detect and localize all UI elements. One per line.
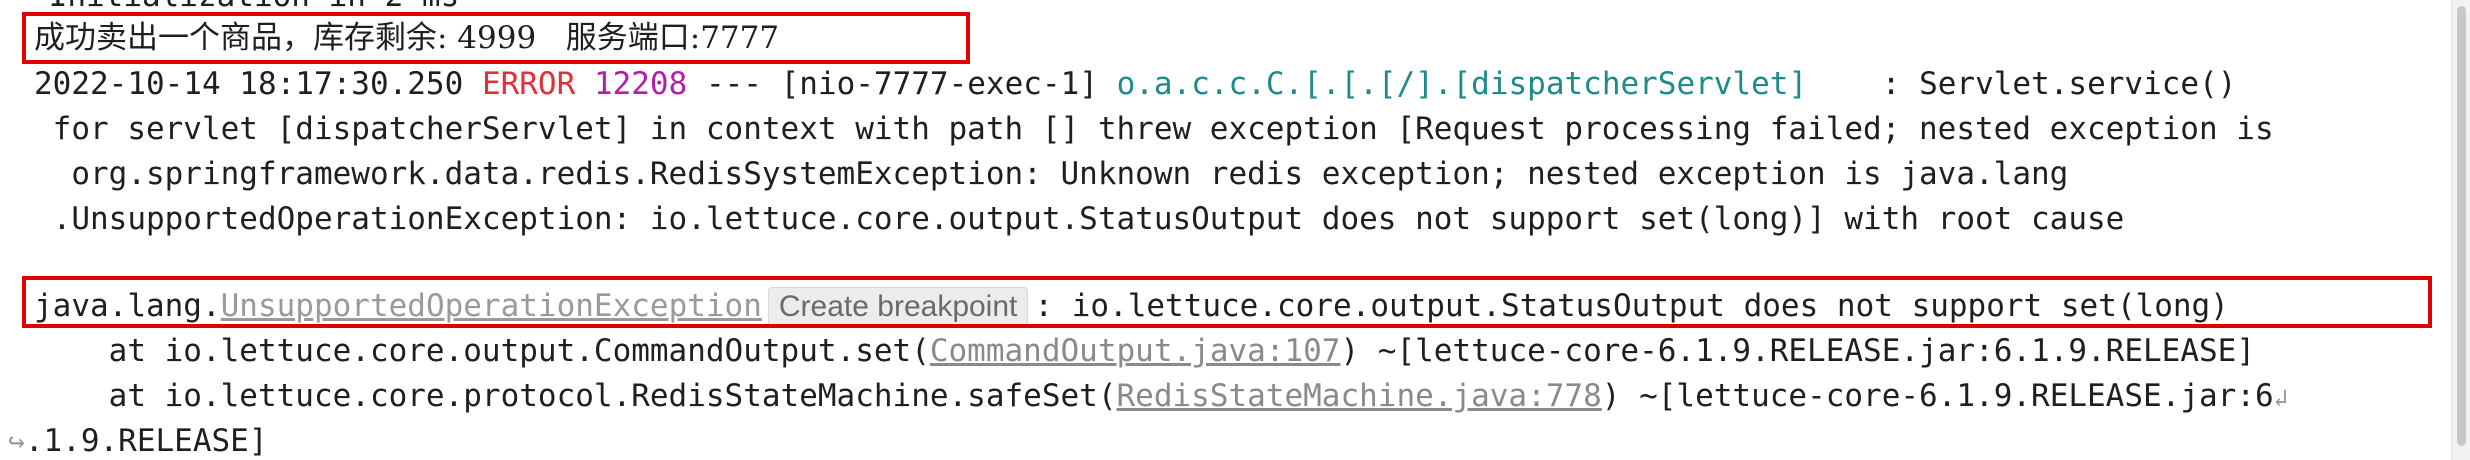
log-line-sale-result: 成功卖出一个商品，库存剩余: 4999 服务端口:7777 [34, 20, 780, 56]
log-line-error-header: 2022-10-14 18:17:30.250 ERROR 12208 --- … [34, 62, 2236, 106]
console-output[interactable]: Initialization in 2 ms 成功卖出一个商品，库存剩余: 49… [0, 0, 2470, 460]
log-line-continuation-3: .UnsupportedOperationException: io.lettu… [34, 201, 2125, 237]
log-logger: o.a.c.c.C.[.[.[/].[dispatcherServlet] [1116, 66, 1808, 102]
soft-wrap-icon: ↲ [2273, 384, 2289, 412]
log-thread: [nio-7777-exec-1] [780, 66, 1098, 102]
log-line-release-clipped: ↪.1.9.RELEASE] [8, 419, 268, 460]
exception-prefix: java.lang. [34, 288, 221, 324]
stack-frame: at io.lettuce.core.protocol.RedisStateMa… [34, 374, 2288, 418]
scrollbar-thumb[interactable] [2457, 6, 2466, 446]
stack-frame-jar: ) ~[lettuce-core-6.1.9.RELEASE.jar:6 [1601, 378, 2274, 414]
stack-frame: at io.lettuce.core.output.CommandOutput.… [34, 329, 2255, 373]
stack-frame-jar: ) ~[lettuce-core-6.1.9.RELEASE.jar:6.1.9… [1340, 333, 2255, 369]
exception-class-link[interactable]: UnsupportedOperationException [221, 288, 762, 324]
log-line-release-text: .1.9.RELEASE] [24, 423, 268, 459]
stack-frame-text: at io.lettuce.core.output.CommandOutput.… [34, 333, 930, 369]
log-line-continuation-1: for servlet [dispatcherServlet] in conte… [34, 111, 2274, 147]
log-message: : Servlet.service() [1807, 66, 2237, 102]
exception-message: : io.lettuce.core.output.StatusOutput do… [1034, 288, 2229, 324]
exception-line: java.lang.UnsupportedOperationException C… [34, 284, 2229, 328]
vertical-scrollbar[interactable] [2451, 0, 2470, 460]
log-timestamp: 2022-10-14 18:17:30.250 [34, 66, 464, 102]
stack-frame-source-link[interactable]: RedisStateMachine.java:778 [1117, 378, 1602, 414]
stack-frame-text: at io.lettuce.core.protocol.RedisStateMa… [34, 378, 1117, 414]
log-separator: --- [705, 66, 762, 102]
log-pid: 12208 [593, 66, 688, 102]
stack-frame-source-link[interactable]: CommandOutput.java:107 [930, 333, 1341, 369]
log-level: ERROR [481, 66, 576, 102]
log-line-continuation-2: org.springframework.data.redis.RedisSyst… [34, 156, 2069, 192]
create-breakpoint-button[interactable]: Create breakpoint [767, 287, 1029, 327]
line-continuation-icon: ↪ [8, 425, 25, 458]
